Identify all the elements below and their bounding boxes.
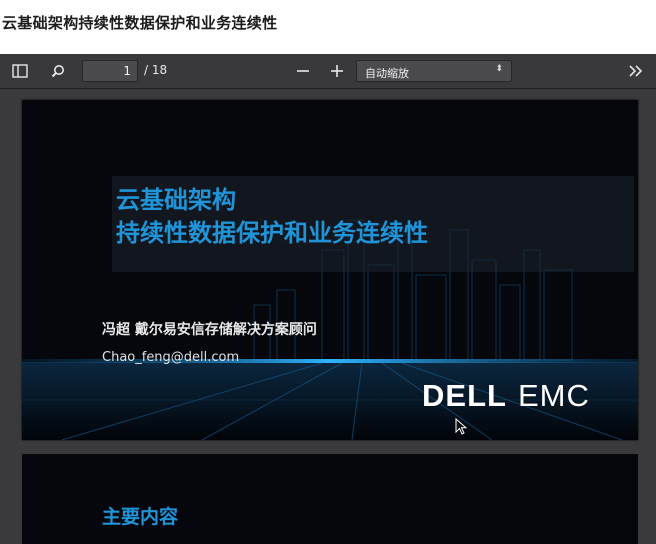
viewer-toolbar: 1 / 18 自动缩放 ⬍ [0, 54, 656, 89]
sidebar-toggle-icon [12, 64, 28, 78]
tools-menu-button[interactable] [626, 61, 646, 81]
page-title: 云基础架构持续性数据保护和业务连续性 [2, 14, 278, 32]
page-total-label: / 18 [144, 63, 168, 77]
page-number-input[interactable]: 1 [82, 60, 138, 82]
slide-2-title: 主要内容 [102, 506, 179, 528]
zoom-select-value: 自动缩放 [365, 67, 409, 80]
zoom-out-button[interactable] [293, 61, 313, 81]
zoom-select[interactable]: 自动缩放 ⬍ [356, 60, 512, 82]
minus-icon [297, 70, 309, 72]
presenter-email: Chao_feng@dell.com [102, 350, 240, 365]
sidebar-toggle-button[interactable] [10, 61, 30, 81]
emc-logo: EMC [518, 378, 590, 413]
plus-icon [331, 65, 343, 77]
mouse-cursor-icon [455, 417, 468, 440]
search-icon [51, 65, 64, 78]
dell-logo: DELL [422, 378, 507, 413]
presenter-name: 冯超 戴尔易安信存储解决方案顾问 [102, 322, 317, 338]
slide-title-line-2: 持续性数据保护和业务连续性 [116, 219, 428, 247]
updown-arrow-icon: ⬍ [495, 64, 503, 74]
double-chevron-right-icon [629, 65, 643, 77]
zoom-in-button[interactable] [327, 61, 347, 81]
find-button[interactable] [48, 61, 68, 81]
slide-page-2: 主要内容 [22, 454, 638, 544]
slide-title: 云基础架构 持续性数据保护和业务连续性 [116, 184, 428, 250]
slide-title-line-1: 云基础架构 [116, 186, 236, 214]
slide-page-1: 云基础架构 持续性数据保护和业务连续性 冯超 戴尔易安信存储解决方案顾问 Cha… [22, 100, 638, 440]
pdf-viewer: 1 / 18 自动缩放 ⬍ 云基础架构 持续性数据保护和业务连续性 冯超 戴尔易… [0, 54, 656, 544]
